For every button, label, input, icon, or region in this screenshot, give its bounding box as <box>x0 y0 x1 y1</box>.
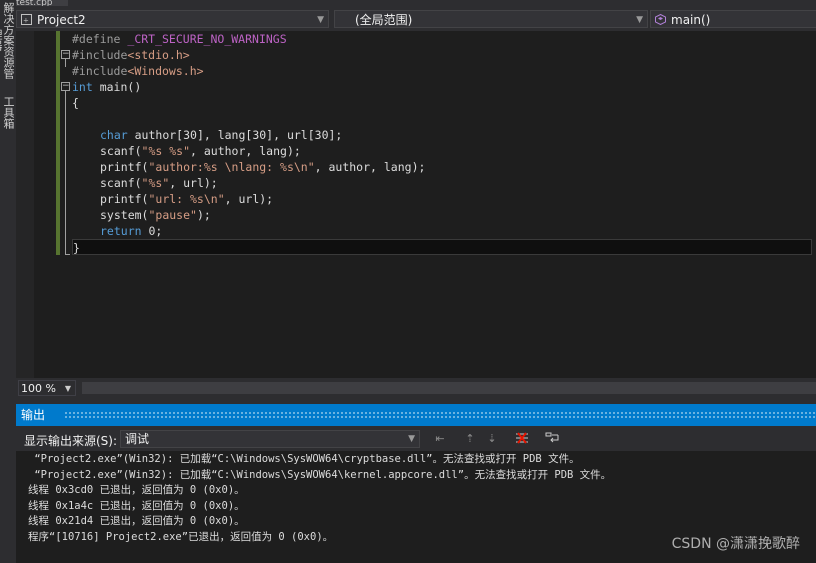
solution-explorer-tab[interactable]: 解决方案资源管理器 <box>0 0 15 80</box>
output-lines: “Project2.exe”(Win32): 已加载“C:\Windows\Sy… <box>28 452 611 546</box>
collapse-icon[interactable]: − <box>61 82 70 91</box>
output-text-area[interactable]: “Project2.exe”(Win32): 已加载“C:\Windows\Sy… <box>16 451 816 563</box>
code-line: printf("author:%s \nlang: %s\n", author,… <box>100 160 426 174</box>
previous-message-icon[interactable]: ⇡ <box>462 431 478 447</box>
output-panel-title: 输出 <box>21 408 46 422</box>
chevron-down-icon: ▼ <box>408 434 415 444</box>
source-code[interactable]: #define _CRT_SECURE_NO_WARNINGS #include… <box>72 31 812 255</box>
fold-guide <box>65 59 66 67</box>
scope-value: (全局范围) <box>355 13 413 27</box>
project-name: Project2 <box>37 13 86 27</box>
output-source-value: 调试 <box>125 432 150 446</box>
code-line: #define _CRT_SECURE_NO_WARNINGS <box>72 32 287 46</box>
left-tool-strip: 解决方案资源管理器 工具箱 <box>0 0 16 563</box>
code-line: int main() <box>72 80 142 94</box>
output-line: “Project2.exe”(Win32): 已加载“C:\Windows\Sy… <box>28 468 612 481</box>
toolbox-tab[interactable]: 工具箱 <box>0 92 15 132</box>
output-line: 线程 0x1a4c 已退出，返回值为 0 (0x0)。 <box>28 499 245 512</box>
cpp-project-icon: + <box>21 14 32 25</box>
code-line: return 0; <box>100 224 163 238</box>
member-dropdown[interactable]: main() <box>650 10 816 28</box>
current-code-line: } <box>72 239 812 255</box>
next-message-icon[interactable]: ⇣ <box>484 431 500 447</box>
code-line: printf("url: %s\n", url); <box>100 192 274 206</box>
svg-text:+: + <box>23 17 29 25</box>
drag-grip[interactable] <box>64 411 816 419</box>
collapse-icon[interactable]: − <box>61 50 70 59</box>
chevron-down-icon: ▼ <box>317 15 324 25</box>
code-line: scanf("%s", url); <box>100 176 218 190</box>
zoom-level: 100 % <box>21 382 56 395</box>
code-line: #include<Windows.h> <box>72 64 204 78</box>
method-cube-icon <box>655 14 666 25</box>
navigation-bar: + Project2 ▼ (全局范围) ▼ main() <box>16 8 816 31</box>
code-editor[interactable]: − − #define _CRT_SECURE_NO_WARNINGS #inc… <box>16 31 816 378</box>
output-panel-header[interactable]: 输出 <box>16 404 816 426</box>
member-value: main() <box>671 13 711 27</box>
breakpoint-margin[interactable] <box>16 31 34 378</box>
scope-dropdown[interactable]: (全局范围) ▼ <box>334 10 648 28</box>
zoom-dropdown[interactable]: 100 % ▼ <box>18 380 76 396</box>
output-line: 线程 0x21d4 已退出，返回值为 0 (0x0)。 <box>28 515 245 528</box>
change-tracking-bar <box>56 31 60 255</box>
code-line: { <box>72 96 79 110</box>
output-line: 线程 0x3cd0 已退出，返回值为 0 (0x0)。 <box>28 484 245 497</box>
chevron-down-icon: ▼ <box>636 15 643 25</box>
project-dropdown[interactable]: + Project2 ▼ <box>16 10 329 28</box>
fold-guide-end <box>65 254 70 255</box>
code-line: char author[30], lang[30], url[30]; <box>100 128 343 142</box>
output-toolbar: 显示输出来源(S): 调试 ▼ ⇤ ⇡ ⇣ <box>16 426 816 451</box>
chevron-down-icon: ▼ <box>64 384 71 393</box>
output-line: 程序“[10716] Project2.exe”已退出，返回值为 0 (0x0)… <box>28 530 334 543</box>
code-line: scanf("%s %s", author, lang); <box>100 144 301 158</box>
word-wrap-icon[interactable] <box>544 431 560 447</box>
code-line: #include<stdio.h> <box>72 48 190 62</box>
go-to-line-icon[interactable]: ⇤ <box>432 431 448 447</box>
horizontal-scrollbar[interactable] <box>82 382 816 394</box>
watermark: CSDN @潇潇挽歌醉 <box>671 536 800 552</box>
file-tab[interactable]: test.cpp <box>16 0 68 6</box>
output-line: “Project2.exe”(Win32): 已加载“C:\Windows\Sy… <box>28 453 580 465</box>
output-source-label: 显示输出来源(S): <box>24 434 118 448</box>
fold-guide <box>65 91 66 255</box>
editor-status-bar: 100 % ▼ <box>16 378 816 398</box>
clear-all-icon[interactable] <box>514 431 530 447</box>
output-source-dropdown[interactable]: 调试 ▼ <box>120 430 420 448</box>
code-line: system("pause"); <box>100 208 211 222</box>
